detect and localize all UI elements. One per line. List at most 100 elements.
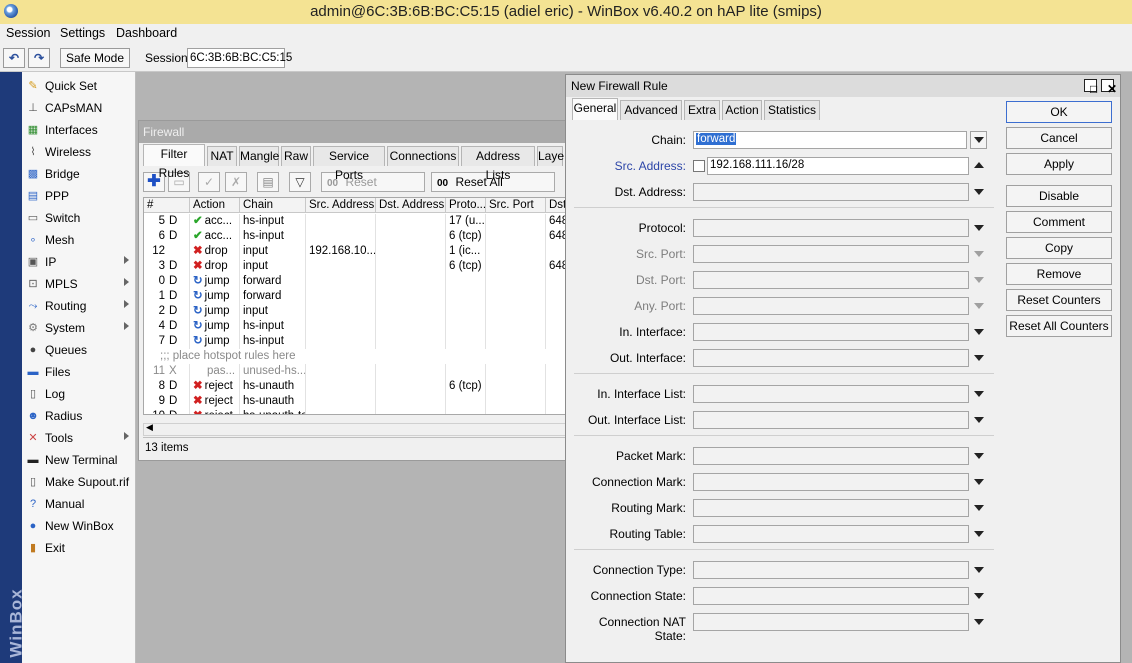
src-address-field[interactable]: 192.168.111.16/28: [707, 157, 969, 175]
column-header[interactable]: Dst. Address: [376, 198, 446, 213]
sidebar-item-ip[interactable]: ▣ IP: [22, 251, 135, 273]
chevron-down-icon[interactable]: [974, 303, 984, 309]
column-header[interactable]: #: [144, 198, 190, 213]
column-header[interactable]: Action: [190, 198, 240, 213]
chain-dropdown-button[interactable]: [970, 131, 987, 149]
table-row[interactable]: 12 ✖ drop input 192.168.10... 1 (ic...: [144, 244, 568, 259]
table-row[interactable]: 6D✔acc...hs-input6 (tcp)6487: [144, 229, 568, 244]
sidebar-item-wireless[interactable]: ⌇ Wireless: [22, 141, 135, 163]
dialog-title-bar[interactable]: New Firewall Rule □ ✕: [566, 75, 1120, 97]
column-header[interactable]: Src. Address: [306, 198, 376, 213]
comment-button[interactable]: Comment: [1006, 211, 1112, 233]
packet-mark-field[interactable]: [693, 447, 969, 465]
table-row[interactable]: 3D✖dropinput6 (tcp)6487: [144, 259, 568, 274]
sidebar-item-manual[interactable]: ? Manual: [22, 493, 135, 515]
rule-comment-row[interactable]: ;;; place hotspot rules here: [144, 349, 568, 364]
table-row[interactable]: 0 D ↻ jump forward: [144, 274, 568, 289]
disable-rule-button[interactable]: ✗: [225, 172, 247, 192]
chevron-down-icon[interactable]: [974, 189, 984, 195]
column-header[interactable]: Chain: [240, 198, 306, 213]
column-header[interactable]: Proto...: [446, 198, 486, 213]
tab-filter-rules[interactable]: Filter Rules: [143, 144, 205, 180]
sidebar-item-files[interactable]: ▬ Files: [22, 361, 135, 383]
table-row[interactable]: 1 D ↻ jump forward: [144, 289, 568, 304]
dialog-tab-statistics[interactable]: Statistics: [764, 100, 820, 120]
safe-mode-button[interactable]: Safe Mode: [60, 48, 130, 68]
dst-address-field[interactable]: [693, 183, 969, 201]
sidebar-item-system[interactable]: ⚙ System: [22, 317, 135, 339]
connection-type-field[interactable]: [693, 561, 969, 579]
tab-laye[interactable]: Laye: [537, 146, 564, 166]
chevron-up-icon[interactable]: [974, 162, 984, 168]
table-row[interactable]: 9 D ✖ reject hs-unauth: [144, 394, 568, 409]
sidebar-item-log[interactable]: ▯ Log: [22, 383, 135, 405]
remove-button[interactable]: Remove: [1006, 263, 1112, 285]
sidebar-item-bridge[interactable]: ▩ Bridge: [22, 163, 135, 185]
connection-nat-state-field[interactable]: [693, 613, 969, 631]
menu-dashboard[interactable]: Dashboard: [116, 26, 177, 40]
sidebar-item-routing[interactable]: ⤳ Routing: [22, 295, 135, 317]
out-interface-list-field[interactable]: [693, 411, 969, 429]
connection-mark-field[interactable]: [693, 473, 969, 491]
chain-field[interactable]: forward: [693, 131, 967, 149]
dst-port-field[interactable]: [693, 271, 969, 289]
chevron-down-icon[interactable]: [974, 453, 984, 459]
chevron-down-icon[interactable]: [974, 391, 984, 397]
chevron-down-icon[interactable]: [974, 277, 984, 283]
sidebar-item-quick-set[interactable]: ✎ Quick Set: [22, 75, 135, 97]
table-row[interactable]: 4 D ↻ jump hs-input: [144, 319, 568, 334]
in-interface-field[interactable]: [693, 323, 969, 341]
chevron-down-icon[interactable]: [974, 479, 984, 485]
src-address-invert-checkbox[interactable]: [693, 160, 705, 172]
dialog-tab-general[interactable]: General: [572, 98, 618, 120]
chevron-down-icon[interactable]: [974, 225, 984, 231]
sidebar-item-switch[interactable]: ▭ Switch: [22, 207, 135, 229]
reset-counters-button[interactable]: Reset Counters: [1006, 289, 1112, 311]
chevron-down-icon[interactable]: [974, 329, 984, 335]
menu-settings[interactable]: Settings: [60, 26, 105, 40]
ok-button[interactable]: OK: [1006, 101, 1112, 123]
tab-raw[interactable]: Raw: [281, 146, 311, 166]
scroll-left-icon[interactable]: ◀: [146, 422, 153, 433]
undo-button[interactable]: ↶: [3, 48, 25, 68]
chevron-down-icon[interactable]: [974, 355, 984, 361]
menu-session[interactable]: Session: [6, 26, 50, 40]
comment-rule-button[interactable]: ▤: [257, 172, 279, 192]
firewall-title-bar[interactable]: Firewall: [139, 121, 567, 143]
sidebar-item-interfaces[interactable]: ▦ Interfaces: [22, 119, 135, 141]
sidebar-item-new-terminal[interactable]: ▬ New Terminal: [22, 449, 135, 471]
redo-button[interactable]: ↷: [28, 48, 50, 68]
protocol-field[interactable]: [693, 219, 969, 237]
routing-mark-field[interactable]: [693, 499, 969, 517]
tab-address-lists[interactable]: Address Lists: [461, 146, 535, 182]
maximize-button[interactable]: □: [1084, 79, 1097, 95]
table-row[interactable]: 8 D ✖ reject hs-unauth 6 (tcp): [144, 379, 568, 394]
sidebar-item-mpls[interactable]: ⊡ MPLS: [22, 273, 135, 295]
disable-button[interactable]: Disable: [1006, 185, 1112, 207]
chevron-down-icon[interactable]: [974, 531, 984, 537]
sidebar-item-tools[interactable]: ✕ Tools: [22, 427, 135, 449]
sidebar-item-radius[interactable]: ☻ Radius: [22, 405, 135, 427]
routing-table-field[interactable]: [693, 525, 969, 543]
table-row[interactable]: 2 D ↻ jump input: [144, 304, 568, 319]
dialog-tab-action[interactable]: Action: [722, 100, 762, 120]
any-port-field[interactable]: [693, 297, 969, 315]
connection-state-field[interactable]: [693, 587, 969, 605]
sidebar-item-ppp[interactable]: ▤ PPP: [22, 185, 135, 207]
column-header[interactable]: Src. Port: [486, 198, 546, 213]
chevron-down-icon[interactable]: [974, 251, 984, 257]
src-port-field[interactable]: [693, 245, 969, 263]
out-interface-field[interactable]: [693, 349, 969, 367]
chevron-down-icon[interactable]: [974, 567, 984, 573]
sidebar-item-exit[interactable]: ▮ Exit: [22, 537, 135, 559]
tab-nat[interactable]: NAT: [207, 146, 237, 166]
in-interface-list-field[interactable]: [693, 385, 969, 403]
table-row[interactable]: 7 D ↻ jump hs-input: [144, 334, 568, 349]
tab-service-ports[interactable]: Service Ports: [313, 146, 385, 182]
sidebar-item-capsman[interactable]: ⊥ CAPsMAN: [22, 97, 135, 119]
chevron-down-icon[interactable]: [974, 505, 984, 511]
horizontal-scrollbar[interactable]: ◀: [143, 422, 567, 436]
table-row[interactable]: 10D✖rejecths-unauth-to: [144, 409, 568, 414]
sidebar-item-queues[interactable]: ● Queues: [22, 339, 135, 361]
table-row[interactable]: 11 Xpas... unused-hs...: [144, 364, 568, 379]
